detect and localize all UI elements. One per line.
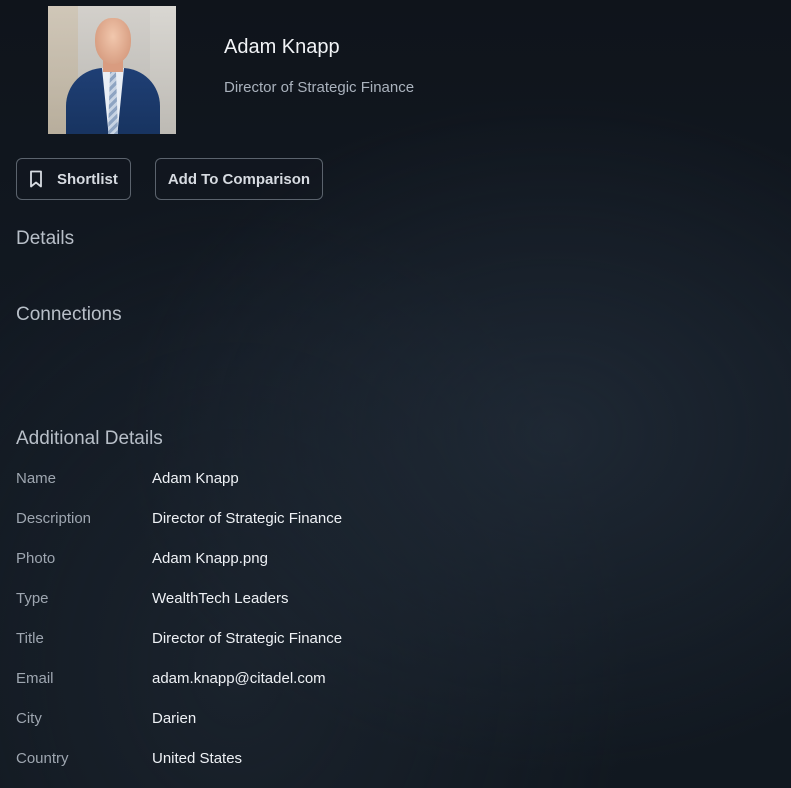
detail-value: Adam Knapp bbox=[152, 470, 239, 487]
details-section-title: Details bbox=[16, 228, 75, 249]
detail-row-city: City Darien bbox=[16, 710, 342, 750]
detail-label: Description bbox=[16, 510, 92, 527]
additional-details-table: Name Adam Knapp Description Director of … bbox=[16, 470, 342, 788]
detail-label: Email bbox=[16, 670, 54, 687]
detail-value: United States bbox=[152, 750, 243, 767]
detail-value: adam.knapp@citadel.com bbox=[152, 670, 326, 687]
detail-row-description: Description Director of Strategic Financ… bbox=[16, 510, 342, 550]
person-subtitle: Director of Strategic Finance bbox=[224, 79, 415, 96]
connections-section-title: Connections bbox=[16, 304, 122, 325]
detail-row-email: Email adam.knapp@citadel.com bbox=[16, 670, 342, 710]
detail-label: Type bbox=[16, 590, 49, 607]
add-to-comparison-button[interactable]: Add To Comparison bbox=[154, 158, 324, 200]
detail-label: Country bbox=[16, 750, 69, 767]
profile-header: Adam Knapp Director of Strategic Finance bbox=[48, 6, 414, 134]
detail-label: City bbox=[16, 710, 42, 727]
profile-photo bbox=[48, 6, 176, 134]
detail-value: Director of Strategic Finance bbox=[152, 630, 343, 647]
detail-value: Director of Strategic Finance bbox=[152, 510, 343, 527]
detail-label: Title bbox=[16, 630, 44, 647]
add-to-comparison-label: Add To Comparison bbox=[167, 170, 311, 188]
detail-label: Name bbox=[16, 470, 57, 487]
detail-value: WealthTech Leaders bbox=[152, 590, 289, 607]
detail-row-type: Type WealthTech Leaders bbox=[16, 590, 342, 630]
shortlist-button[interactable]: Shortlist bbox=[16, 158, 131, 200]
detail-row-title: Title Director of Strategic Finance bbox=[16, 630, 342, 670]
detail-row-country: Country United States bbox=[16, 750, 342, 788]
name-block: Adam Knapp Director of Strategic Finance bbox=[224, 36, 414, 96]
detail-row-photo: Photo Adam Knapp.png bbox=[16, 550, 342, 590]
shortlist-label: Shortlist bbox=[57, 170, 118, 188]
detail-row-name: Name Adam Knapp bbox=[16, 470, 342, 510]
bookmark-icon bbox=[29, 170, 43, 188]
detail-label: Photo bbox=[16, 550, 56, 567]
action-buttons: Shortlist Add To Comparison bbox=[16, 158, 324, 200]
detail-value: Adam Knapp.png bbox=[152, 550, 268, 567]
additional-details-title: Additional Details bbox=[16, 428, 163, 449]
person-name: Adam Knapp bbox=[224, 36, 340, 58]
detail-value: Darien bbox=[152, 710, 197, 727]
